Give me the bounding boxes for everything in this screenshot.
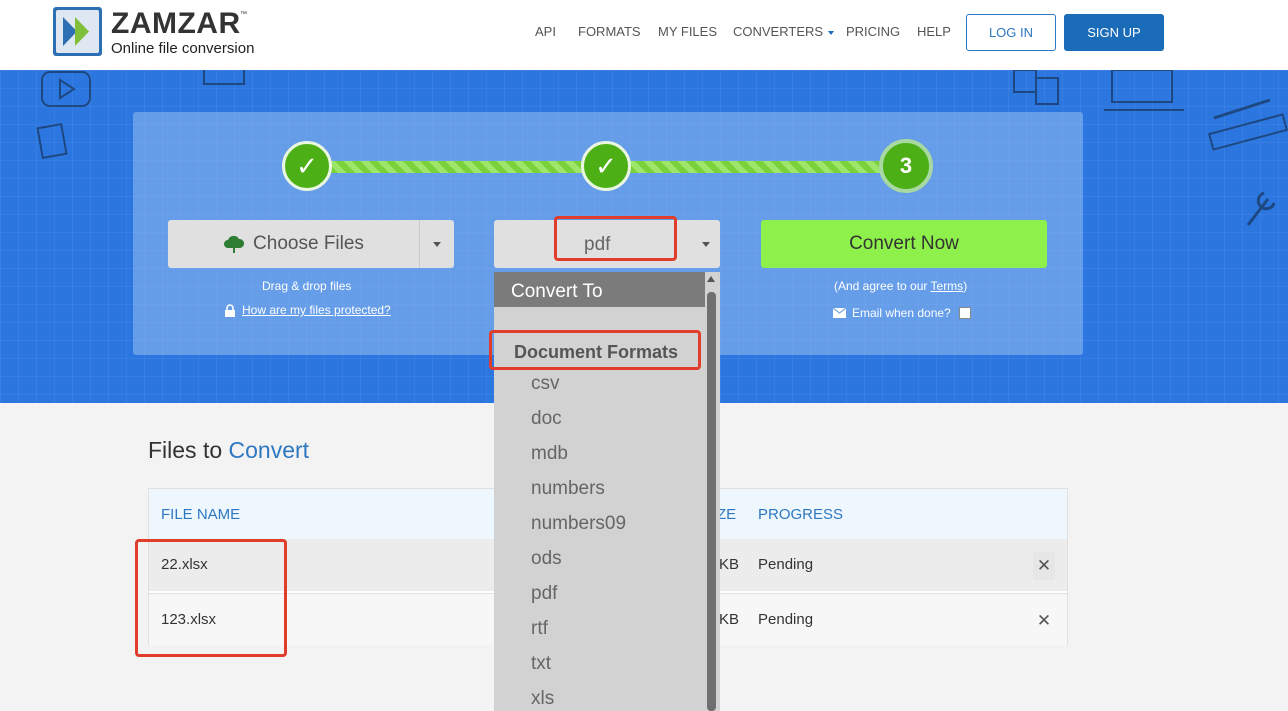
format-option-txt[interactable]: txt	[531, 653, 551, 675]
brand-tagline: Online file conversion	[111, 40, 255, 57]
format-option-csv[interactable]: csv	[531, 373, 560, 395]
scroll-up-icon[interactable]	[707, 276, 715, 282]
nav-help[interactable]: HELP	[917, 24, 951, 39]
signup-button[interactable]: SIGN UP	[1064, 14, 1164, 51]
terms-suffix: )	[963, 279, 968, 293]
remove-file-button[interactable]: ✕	[1033, 607, 1055, 635]
progress-stripe-1	[330, 161, 585, 173]
highlight-file-names	[135, 539, 287, 657]
devices-doodle-icon	[1013, 70, 1059, 105]
nav-converters-label: CONVERTERS	[733, 24, 824, 39]
remove-file-button[interactable]: ✕	[1033, 552, 1055, 580]
step-3-current: 3	[879, 139, 933, 193]
lock-icon	[225, 303, 235, 317]
brand-name: ZAMZAR	[111, 7, 241, 40]
drag-drop-hint: Drag & drop files	[262, 279, 352, 293]
dropdown-header: Convert To	[494, 272, 705, 307]
files-title-accent: Convert	[228, 437, 310, 463]
highlight-document-formats	[489, 330, 701, 370]
nav-converters[interactable]: CONVERTERS	[733, 24, 835, 39]
terms-prefix: (And agree to our	[834, 279, 931, 293]
choose-files-dropdown-toggle[interactable]	[420, 220, 454, 268]
nav-my-files[interactable]: MY FILES	[658, 24, 717, 39]
envelope-icon	[833, 308, 846, 318]
progress-stripe-2	[630, 161, 885, 173]
close-icon: ✕	[1036, 611, 1052, 630]
nav-formats[interactable]: FORMATS	[578, 24, 641, 39]
laptop-doodle-icon	[1104, 70, 1184, 111]
site-header: ZAMZAR ™ Online file conversion API FORM…	[0, 0, 1288, 70]
format-select-toggle[interactable]	[692, 220, 720, 268]
format-option-doc[interactable]: doc	[531, 408, 562, 430]
format-option-ods[interactable]: ods	[531, 548, 562, 570]
logo-arrows-icon	[53, 7, 102, 56]
ruler-pencil-doodle-icon	[1207, 98, 1288, 151]
choose-files-button[interactable]: Choose Files	[168, 220, 420, 268]
column-file-name: FILE NAME	[161, 506, 241, 523]
terms-agreement: (And agree to our Terms)	[834, 279, 967, 293]
convert-now-button[interactable]: Convert Now	[761, 220, 1047, 268]
nav-pricing[interactable]: PRICING	[846, 24, 900, 39]
email-when-done-checkbox[interactable]	[958, 307, 971, 319]
file-size-cell: KB	[719, 611, 740, 628]
format-option-mdb[interactable]: mdb	[531, 443, 568, 465]
login-button[interactable]: LOG IN	[966, 14, 1056, 51]
close-icon: ✕	[1036, 556, 1052, 575]
files-title-prefix: Files to	[148, 437, 223, 463]
email-when-done-label: Email when done?	[852, 306, 951, 320]
files-section-title: Files to Convert	[148, 437, 309, 464]
caret-down-icon	[433, 241, 441, 247]
format-option-xls[interactable]: xls	[531, 688, 554, 710]
email-when-done-row: Email when done?	[833, 306, 971, 320]
file-size-cell: KB	[719, 556, 740, 573]
caret-down-icon	[828, 30, 835, 35]
format-option-rtf[interactable]: rtf	[531, 618, 548, 640]
files-protected-row: How are my files protected?	[224, 303, 391, 317]
video-doodle-icon	[41, 71, 91, 107]
caret-down-icon	[702, 241, 710, 247]
format-option-pdf[interactable]: pdf	[531, 583, 557, 605]
choose-files-label: Choose Files	[253, 233, 364, 254]
file-doodle-icon	[36, 122, 68, 160]
dropdown-scrollbar[interactable]	[707, 292, 716, 711]
cloud-upload-icon	[224, 235, 245, 253]
nav-api[interactable]: API	[535, 24, 556, 39]
trademark-mark: ™	[240, 11, 247, 18]
column-progress: PROGRESS	[758, 506, 844, 523]
choose-files-button-group: Choose Files	[168, 220, 454, 268]
step-2-done: ✓	[581, 141, 631, 191]
highlight-selected-format	[554, 216, 677, 261]
terms-link[interactable]: Terms	[931, 279, 964, 293]
progress-cell: Pending	[758, 611, 814, 628]
wrench-doodle-icon	[1246, 191, 1276, 226]
files-protected-link[interactable]: How are my files protected?	[242, 303, 391, 317]
photo-doodle-icon	[203, 70, 245, 85]
step-1-done: ✓	[282, 141, 332, 191]
zamzar-logo[interactable]: ZAMZAR ™ Online file conversion	[53, 7, 273, 59]
format-option-numbers09[interactable]: numbers09	[531, 513, 626, 535]
format-option-numbers[interactable]: numbers	[531, 478, 605, 500]
progress-cell: Pending	[758, 556, 814, 573]
